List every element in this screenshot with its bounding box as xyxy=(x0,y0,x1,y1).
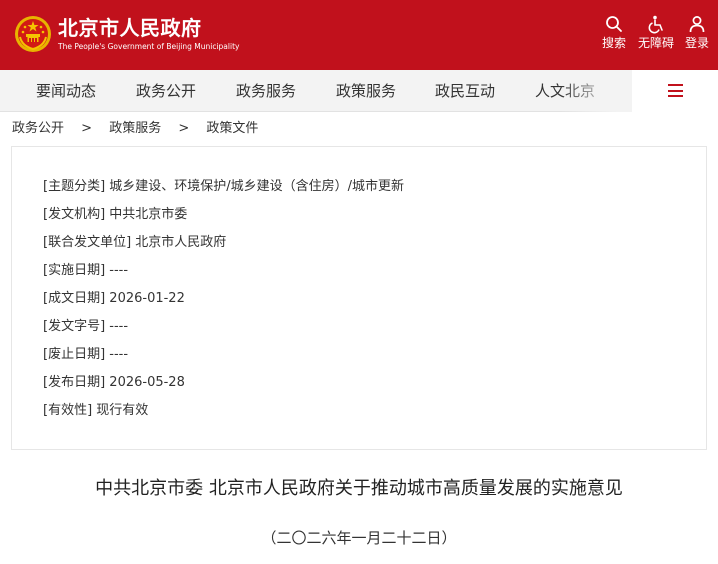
info-label: [有效性] xyxy=(43,403,93,418)
info-row-document-number: [发文字号] ---- xyxy=(43,318,128,336)
info-value: 2026-01-22 xyxy=(109,291,185,306)
breadcrumb-separator: > xyxy=(178,121,190,136)
search-button[interactable]: 搜索 xyxy=(597,14,631,50)
hamburger-menu-icon xyxy=(668,84,683,97)
info-row-validity: [有效性] 现行有效 xyxy=(43,402,148,420)
nav-item-policy-services[interactable]: 政策服务 xyxy=(336,70,396,112)
accessibility-label: 无障碍 xyxy=(637,36,674,50)
site-subtitle: The People's Government of Beijing Munic… xyxy=(58,42,240,51)
info-value: ---- xyxy=(109,263,129,278)
search-icon xyxy=(606,16,622,32)
site-header: 北京市人民政府 The People's Government of Beiji… xyxy=(0,0,718,70)
nav-item-gov-affairs[interactable]: 政务公开 xyxy=(136,70,196,112)
breadcrumb-item-gov-affairs[interactable]: 政务公开 xyxy=(12,120,64,138)
national-emblem-icon xyxy=(15,16,51,52)
site-title[interactable]: 北京市人民政府 xyxy=(58,16,202,40)
document-date: （二〇二六年一月二十二日） xyxy=(261,529,457,547)
document-info-box: [主题分类] 城乡建设、环境保护/城乡建设（含住房）/城市更新 [发文机构] 中… xyxy=(11,146,707,450)
info-label: [成文日期] xyxy=(43,291,106,306)
info-row-repeal-date: [废止日期] ---- xyxy=(43,346,128,364)
accessibility-icon xyxy=(648,15,663,34)
main-nav: 要闻动态 政务公开 政务服务 政策服务 政民互动 人文北京 xyxy=(0,70,718,112)
info-row-effective-date: [实施日期] ---- xyxy=(43,262,128,280)
info-value: 北京市人民政府 xyxy=(135,235,227,250)
info-label: [联合发文单位] xyxy=(43,235,132,250)
info-label: [发文机构] xyxy=(43,207,106,222)
user-icon xyxy=(689,16,705,33)
info-label: [发布日期] xyxy=(43,375,106,390)
info-label: [实施日期] xyxy=(43,263,106,278)
info-row-issuer: [发文机构] 中共北京市委 xyxy=(43,206,187,224)
breadcrumb-separator: > xyxy=(81,121,93,136)
info-value: ---- xyxy=(109,347,129,362)
info-value: ---- xyxy=(109,319,129,334)
info-row-publish-date: [发布日期] 2026-05-28 xyxy=(43,374,185,392)
info-value: 2026-05-28 xyxy=(109,375,185,390)
info-value: 中共北京市委 xyxy=(109,207,188,222)
info-row-joint-issuer: [联合发文单位] 北京市人民政府 xyxy=(43,234,226,252)
nav-item-news[interactable]: 要闻动态 xyxy=(36,70,96,112)
info-row-written-date: [成文日期] 2026-01-22 xyxy=(43,290,185,308)
login-label: 登录 xyxy=(684,36,709,50)
accessibility-button[interactable]: 无障碍 xyxy=(633,14,679,50)
login-button[interactable]: 登录 xyxy=(680,14,714,50)
info-value: 现行有效 xyxy=(96,403,149,418)
breadcrumb-item-policy-services[interactable]: 政策服务 xyxy=(109,120,161,138)
info-label: [废止日期] xyxy=(43,347,106,362)
nav-item-interaction[interactable]: 政民互动 xyxy=(435,70,495,112)
document-title: 中共北京市委 北京市人民政府关于推动城市高质量发展的实施意见 xyxy=(95,478,623,499)
breadcrumb-item-policy-documents[interactable]: 政策文件 xyxy=(206,120,258,138)
info-row-topic: [主题分类] 城乡建设、环境保护/城乡建设（含住房）/城市更新 xyxy=(43,178,404,196)
nav-fade-overlay xyxy=(560,70,632,112)
nav-item-gov-services[interactable]: 政务服务 xyxy=(236,70,296,112)
info-label: [发文字号] xyxy=(43,319,106,334)
breadcrumb: 政务公开 > 政策服务 > 政策文件 xyxy=(12,120,258,138)
info-label: [主题分类] xyxy=(43,179,106,194)
info-value: 城乡建设、环境保护/城乡建设（含住房）/城市更新 xyxy=(109,179,405,194)
search-label: 搜索 xyxy=(601,36,626,50)
nav-menu-button[interactable] xyxy=(632,70,718,112)
